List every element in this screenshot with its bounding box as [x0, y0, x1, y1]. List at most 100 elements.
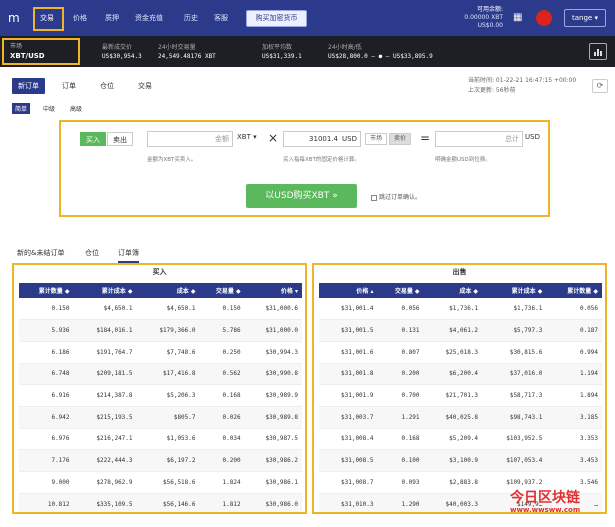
- table-cell: $31,008.5: [319, 449, 378, 472]
- nav-support[interactable]: 客服: [214, 13, 228, 23]
- notification-icon[interactable]: [536, 10, 552, 26]
- buy-order-book: 买入 累计数量 ◆ 累计成本 ◆ 成本 ◆ 交易量 ◆ 价格 ▾ 0.150 $4,650…: [12, 263, 307, 514]
- table-row[interactable]: $31,008.4 0.168 $5,209.4 $103,952.5 3.353: [319, 428, 602, 451]
- table-row[interactable]: 10.812 $335,109.5 $56,146.6 1.812 $30,986.0: [19, 493, 302, 512]
- table-row[interactable]: $31,001.4 0.056 $1,736.1 $1,736.1 0.056: [319, 298, 602, 321]
- stat-label: 加权平均数: [262, 44, 293, 51]
- watermark-text: 今日区块链: [510, 490, 580, 506]
- table-cell: $30,986.0: [244, 493, 302, 512]
- apps-grid-icon[interactable]: ▦: [513, 12, 524, 23]
- kraken-logo-icon[interactable]: ⅿ: [8, 11, 26, 25]
- buy-column-header[interactable]: 累计数量 ◆: [19, 283, 74, 298]
- table-cell: $31,001.5: [319, 319, 378, 342]
- market-price-button[interactable]: 市场: [365, 133, 387, 145]
- sell-column-header[interactable]: 累计数量 ◆: [546, 283, 602, 298]
- table-cell: $222,444.3: [73, 449, 137, 472]
- table-row[interactable]: $31,008.5 0.100 $3,100.9 $107,053.4 3.453: [319, 449, 602, 472]
- refresh-icon: ⟳: [596, 81, 604, 90]
- stat-24h-volume: 24小时交易量 24,549.48176 XBT: [158, 43, 216, 61]
- chart-button[interactable]: [589, 43, 607, 60]
- buy-column-header[interactable]: 累计成本 ◆: [73, 283, 137, 298]
- mode-simple[interactable]: 简单: [12, 103, 31, 114]
- balance-title: 可用余额:: [476, 6, 503, 13]
- buy-column-header[interactable]: 交易量 ◆: [199, 283, 245, 298]
- table-cell: 0.150: [199, 298, 245, 321]
- ask-price-button[interactable]: 卖价: [389, 133, 411, 145]
- table-cell: $805.7: [136, 406, 200, 429]
- table-row[interactable]: $31,001.8 0.200 $6,200.4 $37,016.0 1.194: [319, 363, 602, 386]
- total-input[interactable]: 总计: [435, 131, 523, 147]
- sell-column-header[interactable]: 成本 ◆: [423, 283, 483, 298]
- buy-column-header[interactable]: 成本 ◆: [136, 283, 200, 298]
- stat-24h-high-low: 24小时高/低 US$28,800.0 — ● — US$33,895.9: [328, 43, 433, 61]
- table-row[interactable]: $31,003.7 1.291 $40,025.8 $98,743.1 3.185: [319, 406, 602, 429]
- mode-intermediate[interactable]: 中级: [43, 104, 55, 113]
- tab-positions[interactable]: 仓位: [100, 81, 114, 91]
- market-symbol: XBT/USD: [10, 52, 45, 60]
- table-row[interactable]: 0.150 $4,650.1 $4,650.1 0.150 $31,000.6: [19, 298, 302, 321]
- market-selector[interactable]: 市场 XBT/USD: [2, 38, 80, 65]
- table-row[interactable]: 6.748 $209,181.5 $17,416.8 0.562 $30,990.8: [19, 363, 302, 386]
- table-cell: $31,001.6: [319, 341, 378, 364]
- table-cell: 1.894: [546, 384, 602, 407]
- nav-trade[interactable]: 交易: [40, 13, 54, 23]
- buy-column-header[interactable]: 价格 ▾: [244, 283, 302, 298]
- table-cell: 10.812: [19, 493, 74, 512]
- price-value: 31001.4: [309, 135, 338, 143]
- table-cell: 0.150: [19, 298, 74, 321]
- buy-book-header: 累计数量 ◆ 累计成本 ◆ 成本 ◆ 交易量 ◆ 价格 ▾: [19, 283, 302, 298]
- table-cell: 1.290: [377, 493, 424, 512]
- sell-book-body: $31,001.4 0.056 $1,736.1 $1,736.1 0.056 $31,0…: [319, 298, 602, 512]
- sell-column-header[interactable]: 交易量 ◆: [377, 283, 424, 298]
- price-input[interactable]: 31001.4 USD: [283, 131, 361, 147]
- tab-trades[interactable]: 交易: [138, 81, 152, 91]
- nav-staking[interactable]: 质押: [105, 13, 119, 23]
- nav-funding[interactable]: 资金充值: [135, 13, 163, 23]
- last-updated: 上次更新: 56秒前: [468, 87, 516, 94]
- mode-advanced[interactable]: 高级: [70, 104, 82, 113]
- tab-open-orders[interactable]: 新的&未结订单: [17, 248, 64, 258]
- table-cell: 1.824: [199, 471, 245, 494]
- table-row[interactable]: 6.186 $191,764.7 $7,748.6 0.250 $30,994.3: [19, 341, 302, 364]
- nav-prices[interactable]: 价格: [73, 13, 87, 23]
- buy-toggle[interactable]: 买入: [80, 132, 106, 146]
- table-cell: $98,743.1: [482, 406, 547, 429]
- buy-book-table: 累计数量 ◆ 累计成本 ◆ 成本 ◆ 交易量 ◆ 价格 ▾ 0.150 $4,650.1 $…: [19, 283, 302, 512]
- amount-unit-select[interactable]: XBT ▾: [237, 133, 257, 141]
- table-row[interactable]: 5.936 $184,016.1 $179,366.0 5.786 $31,000.0: [19, 319, 302, 342]
- tab-new-order[interactable]: 新订单: [12, 78, 45, 94]
- table-cell: 0.056: [377, 298, 424, 321]
- sell-book-header: 价格 ▴ 交易量 ◆ 成本 ◆ 累计成本 ◆ 累计数量 ◆: [319, 283, 602, 298]
- table-row[interactable]: 9.000 $278,962.9 $56,518.6 1.824 $30,986.1: [19, 471, 302, 494]
- watermark-url: www.wwsww.com: [510, 506, 581, 514]
- table-row[interactable]: $31,001.5 0.131 $4,061.2 $5,797.3 0.187: [319, 319, 602, 342]
- table-row[interactable]: $31,001.9 0.700 $21,701.3 $58,717.3 1.894: [319, 384, 602, 407]
- skip-confirm-checkbox[interactable]: 跳过订单确认。: [371, 192, 421, 201]
- nav-history[interactable]: 历史: [184, 13, 198, 23]
- table-row[interactable]: 6.976 $216,247.1 $1,053.6 0.034 $30,987.5: [19, 428, 302, 451]
- sell-toggle[interactable]: 卖出: [107, 132, 133, 146]
- amount-placeholder: 金额: [215, 135, 229, 143]
- table-row[interactable]: 6.942 $215,193.5 $805.7 0.026 $30,989.8: [19, 406, 302, 429]
- tab-orders[interactable]: 订单: [62, 81, 76, 91]
- table-row[interactable]: 7.176 $222,444.3 $6,197.2 0.200 $30,986.2: [19, 449, 302, 472]
- order-form-panel: 买入 卖出 金额 XBT ▾ × 31001.4 USD 市场 卖价 = 总计 …: [59, 120, 550, 217]
- table-cell: $31,000.0: [244, 319, 302, 342]
- tab-order-book[interactable]: 订单簿: [118, 248, 139, 263]
- tab-book-positions[interactable]: 仓位: [85, 248, 99, 258]
- buy-crypto-button[interactable]: 购买加密货币: [246, 10, 307, 27]
- table-cell: $31,000.6: [244, 298, 302, 321]
- user-menu-button[interactable]: tange ▾: [564, 9, 606, 27]
- checkbox-icon: [371, 194, 377, 201]
- sell-column-header[interactable]: 累计成本 ◆: [482, 283, 547, 298]
- table-row[interactable]: $31,001.6 0.807 $25,018.3 $30,815.6 0.994: [319, 341, 602, 364]
- table-row[interactable]: 6.916 $214,387.8 $5,206.3 0.168 $30,989.9: [19, 384, 302, 407]
- table-cell: 0.250: [199, 341, 245, 364]
- amount-input[interactable]: 金额: [147, 131, 233, 147]
- table-cell: 6.748: [19, 363, 74, 386]
- submit-buy-button[interactable]: 以USD购买XBT »: [246, 184, 357, 208]
- sell-column-header[interactable]: 价格 ▴: [319, 283, 378, 298]
- table-cell: 5.786: [199, 319, 245, 342]
- refresh-button[interactable]: ⟳: [592, 79, 608, 93]
- stat-value: US$30,954.3: [102, 53, 142, 60]
